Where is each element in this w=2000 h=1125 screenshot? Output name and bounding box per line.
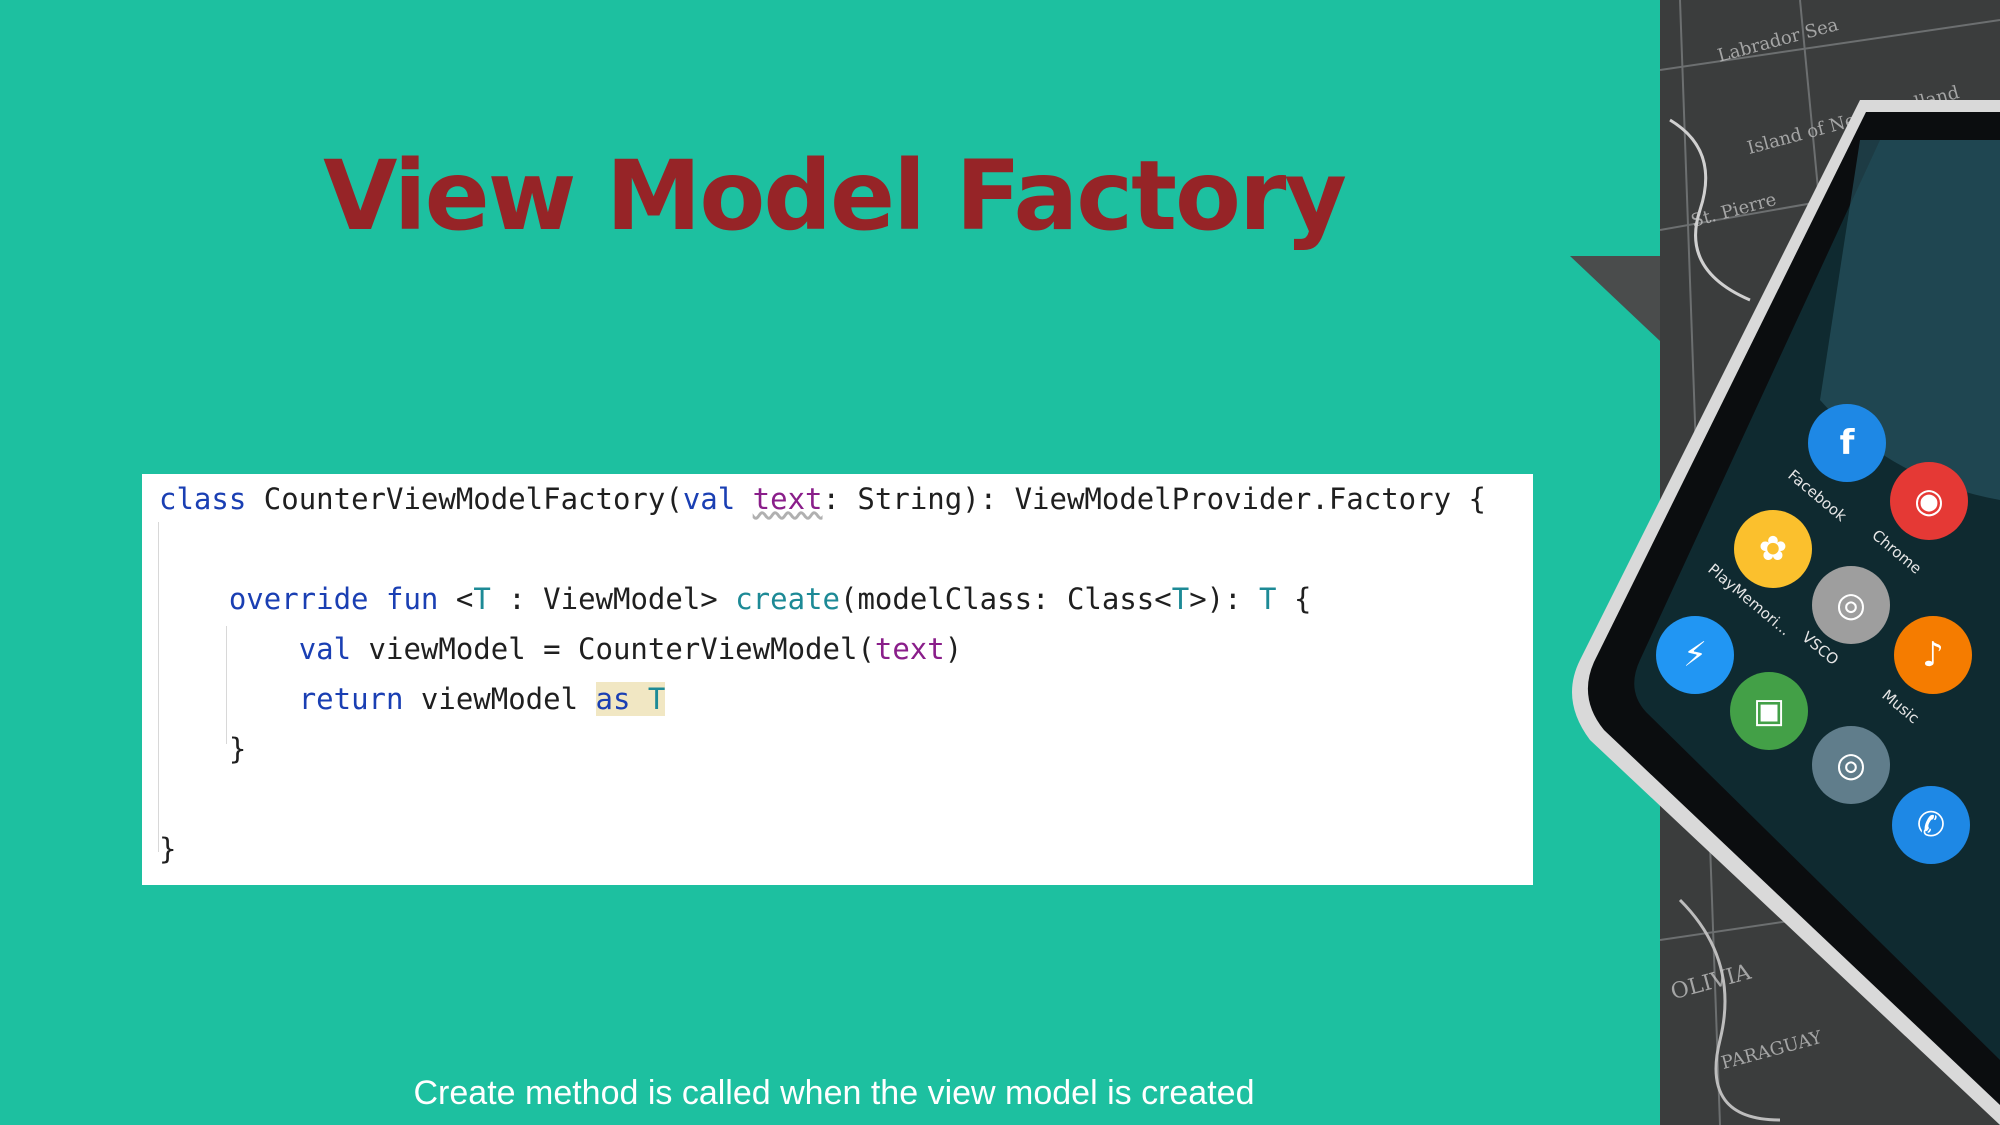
code-keyword: return (298, 682, 404, 716)
code-type-param: T (473, 582, 491, 616)
playmemories-app-icon[interactable]: ✿ (1734, 510, 1812, 588)
code-line-3: override fun <T : ViewModel> create(mode… (159, 582, 1312, 616)
code-keyword: val (682, 482, 736, 516)
code-type-param: T (1259, 582, 1277, 616)
code-text: { (1276, 582, 1312, 616)
code-parameter: text (874, 632, 945, 666)
code-text: < (438, 582, 474, 616)
code-type-param: T (647, 682, 666, 716)
code-line-4: val viewModel = CounterViewModel(text) (159, 632, 963, 666)
code-line-6: } (159, 732, 247, 766)
code-keyword: as (595, 682, 631, 716)
code-text: (modelClass: Class< (839, 582, 1172, 616)
code-parameter: text (752, 482, 823, 516)
code-keyword: override (228, 582, 369, 616)
vsco-app-icon[interactable]: ◎ (1812, 566, 1890, 644)
slide-caption: Create method is called when the view mo… (413, 1074, 1255, 1112)
code-type-param: T (1171, 582, 1190, 616)
chrome-app-icon[interactable]: ◉ (1890, 462, 1968, 540)
code-line-1: class CounterViewModelFactory(val text: … (159, 482, 1486, 516)
code-text: viewModel = CounterViewModel( (351, 632, 875, 666)
code-text: : ViewModel> (490, 582, 736, 616)
slide: View Model Factory class CounterViewMode… (0, 0, 2000, 1125)
phone-app-icon[interactable]: ✆ (1892, 786, 1970, 864)
code-text: ) (944, 632, 963, 666)
code-text: CounterViewModelFactory( (246, 482, 683, 516)
slide-title: View Model Factory (323, 140, 1347, 252)
code-keyword: val (298, 632, 352, 666)
code-line-5: return viewModel as T (159, 682, 666, 716)
code-line-8: } (159, 832, 177, 866)
code-text: >): (1189, 582, 1260, 616)
code-keyword: class (159, 482, 247, 516)
messenger-app-icon[interactable]: ⚡ (1656, 616, 1734, 694)
code-keyword: fun (386, 582, 439, 616)
code-text: viewModel (403, 682, 596, 716)
camera-app-icon[interactable]: ◎ (1812, 726, 1890, 804)
sheets-app-icon[interactable]: ▣ (1730, 672, 1808, 750)
smartphone-image (1572, 100, 2000, 1125)
code-text: : String): ViewModelProvider.Factory { (822, 482, 1486, 516)
music-app-icon[interactable]: ♪ (1894, 616, 1972, 694)
code-function-name: create (735, 582, 840, 616)
code-snippet: class CounterViewModelFactory(val text: … (142, 474, 1533, 885)
facebook-app-icon[interactable]: f (1808, 404, 1886, 482)
